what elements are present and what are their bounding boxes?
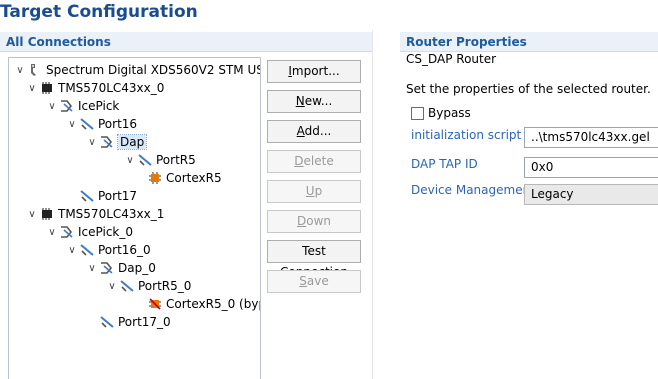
up-button-label: p — [314, 184, 323, 198]
tree-node-cpu[interactable]: CortexR5 — [147, 169, 222, 187]
chevron-down-icon[interactable]: ∨ — [85, 137, 99, 148]
page-title: Target Configuration — [0, 2, 198, 22]
router-icon — [99, 260, 115, 276]
import-button[interactable]: Import... — [267, 60, 361, 83]
up-button-mnemonic: U — [305, 184, 315, 198]
connections-tree[interactable]: ∨ Spectrum Digital XDS560V2 STM USB Er ∨… — [8, 57, 261, 379]
dap-tap-id-field[interactable]: 0x0 — [524, 157, 658, 178]
tree-node-label: PortR5 — [156, 153, 196, 167]
test-connection-button[interactable]: Test Connection — [267, 240, 361, 279]
port-icon — [137, 152, 153, 168]
router-icon — [99, 134, 115, 150]
tree-node-cpu-bypass[interactable]: CortexR5_0 (bypa — [147, 295, 260, 313]
tree-node-router[interactable]: ∨ IcePick — [45, 97, 119, 115]
device-management-label: Device Management — [411, 183, 535, 197]
new-button-mnemonic: N — [295, 94, 305, 108]
tree-node-label: Port17_0 — [118, 315, 171, 329]
new-button-label: ew... — [304, 94, 333, 108]
tree-node-chip[interactable]: ∨ TMS570LC43xx_1 — [25, 205, 164, 223]
tree-node-label: Dap_0 — [118, 261, 156, 275]
router-description: Set the properties of the selected route… — [406, 82, 651, 96]
tree-node-label: TMS570LC43xx_0 — [58, 81, 165, 95]
bypass-checkbox[interactable] — [411, 107, 424, 120]
chevron-down-icon[interactable]: ∨ — [45, 101, 59, 112]
chevron-down-icon[interactable]: ∨ — [25, 83, 39, 94]
save-button-label: ave — [306, 274, 329, 288]
import-button-label: mport... — [291, 64, 340, 78]
down-button-label: own — [306, 214, 331, 228]
save-button-mnemonic: S — [299, 274, 307, 288]
chevron-down-icon[interactable]: ∨ — [25, 209, 39, 220]
tree-node-port[interactable]: ∨ PortR5 — [123, 151, 196, 169]
tree-node-dap-selected[interactable]: ∨ Dap — [85, 133, 148, 151]
add-button[interactable]: Add... — [267, 120, 361, 143]
port-icon — [79, 116, 95, 132]
port-icon — [99, 314, 115, 330]
down-button-mnemonic: D — [296, 214, 307, 228]
tree-node-chip[interactable]: ∨ TMS570LC43xx_0 — [25, 79, 164, 97]
router-name: CS_DAP Router — [406, 52, 497, 66]
chip-icon — [39, 206, 55, 222]
port-icon — [79, 242, 95, 258]
device-management-select[interactable]: Legacy — [524, 184, 658, 205]
tree-node-port[interactable]: Port17_0 — [99, 313, 171, 331]
tree-node-label: TMS570LC43xx_1 — [58, 207, 165, 221]
delete-button-mnemonic: D — [294, 154, 304, 168]
chevron-down-icon[interactable]: ∨ — [65, 119, 79, 130]
tree-node-port[interactable]: ∨ Port16_0 — [65, 241, 151, 259]
tree-node-probe[interactable]: ∨ Spectrum Digital XDS560V2 STM USB Er — [13, 61, 260, 79]
tree-node-label: Spectrum Digital XDS560V2 STM USB Er — [46, 63, 260, 77]
initialization-script-field[interactable]: ..\tms570lc43xx.gel — [524, 127, 658, 148]
cpu-icon — [147, 170, 163, 186]
tree-node-label: CortexR5 — [166, 171, 222, 185]
chevron-down-icon[interactable]: ∨ — [85, 263, 99, 274]
all-connections-header: All Connections — [0, 32, 372, 52]
chevron-down-icon[interactable]: ∨ — [65, 245, 79, 256]
probe-icon — [27, 62, 43, 78]
router-icon — [59, 224, 75, 240]
tree-node-label: Port16 — [98, 117, 138, 131]
delete-button[interactable]: Delete — [267, 150, 361, 173]
tree-node-router[interactable]: ∨ Dap_0 — [85, 259, 156, 277]
add-button-mnemonic: A — [296, 124, 305, 138]
chip-icon — [39, 80, 55, 96]
tree-node-port[interactable]: Port17 — [79, 187, 137, 205]
tree-node-port[interactable]: ∨ PortR5_0 — [105, 277, 191, 295]
port-icon — [79, 188, 95, 204]
up-button[interactable]: Up — [267, 180, 361, 203]
router-properties-header: Router Properties — [400, 32, 658, 52]
tree-node-label: PortR5_0 — [138, 279, 192, 293]
chevron-down-icon[interactable]: ∨ — [13, 65, 27, 76]
add-button-label: dd... — [304, 124, 332, 138]
chevron-down-icon[interactable]: ∨ — [105, 281, 119, 292]
tree-node-router[interactable]: ∨ IcePick_0 — [45, 223, 133, 241]
cpu-bypass-icon — [147, 296, 163, 312]
bypass-label: Bypass — [428, 106, 471, 120]
initialization-script-label[interactable]: initialization script — [411, 128, 521, 142]
tree-node-port[interactable]: ∨ Port16 — [65, 115, 137, 133]
down-button[interactable]: Down — [267, 210, 361, 233]
tree-node-label: Port16_0 — [98, 243, 151, 257]
router-icon — [59, 98, 75, 114]
port-icon — [119, 278, 135, 294]
tree-node-label: IcePick — [78, 99, 120, 113]
new-button[interactable]: New... — [267, 90, 361, 113]
tree-node-label: Port17 — [98, 189, 138, 203]
delete-button-label: elete — [303, 154, 334, 168]
chevron-down-icon[interactable]: ∨ — [123, 155, 137, 166]
chevron-down-icon[interactable]: ∨ — [45, 227, 59, 238]
tree-node-label: CortexR5_0 (bypa — [166, 297, 260, 311]
dap-tap-id-label: DAP TAP ID — [411, 157, 478, 171]
tree-node-label: Dap — [116, 134, 148, 150]
save-button[interactable]: Save — [267, 270, 361, 293]
panel-divider — [372, 30, 373, 379]
tree-node-label: IcePick_0 — [78, 225, 134, 239]
